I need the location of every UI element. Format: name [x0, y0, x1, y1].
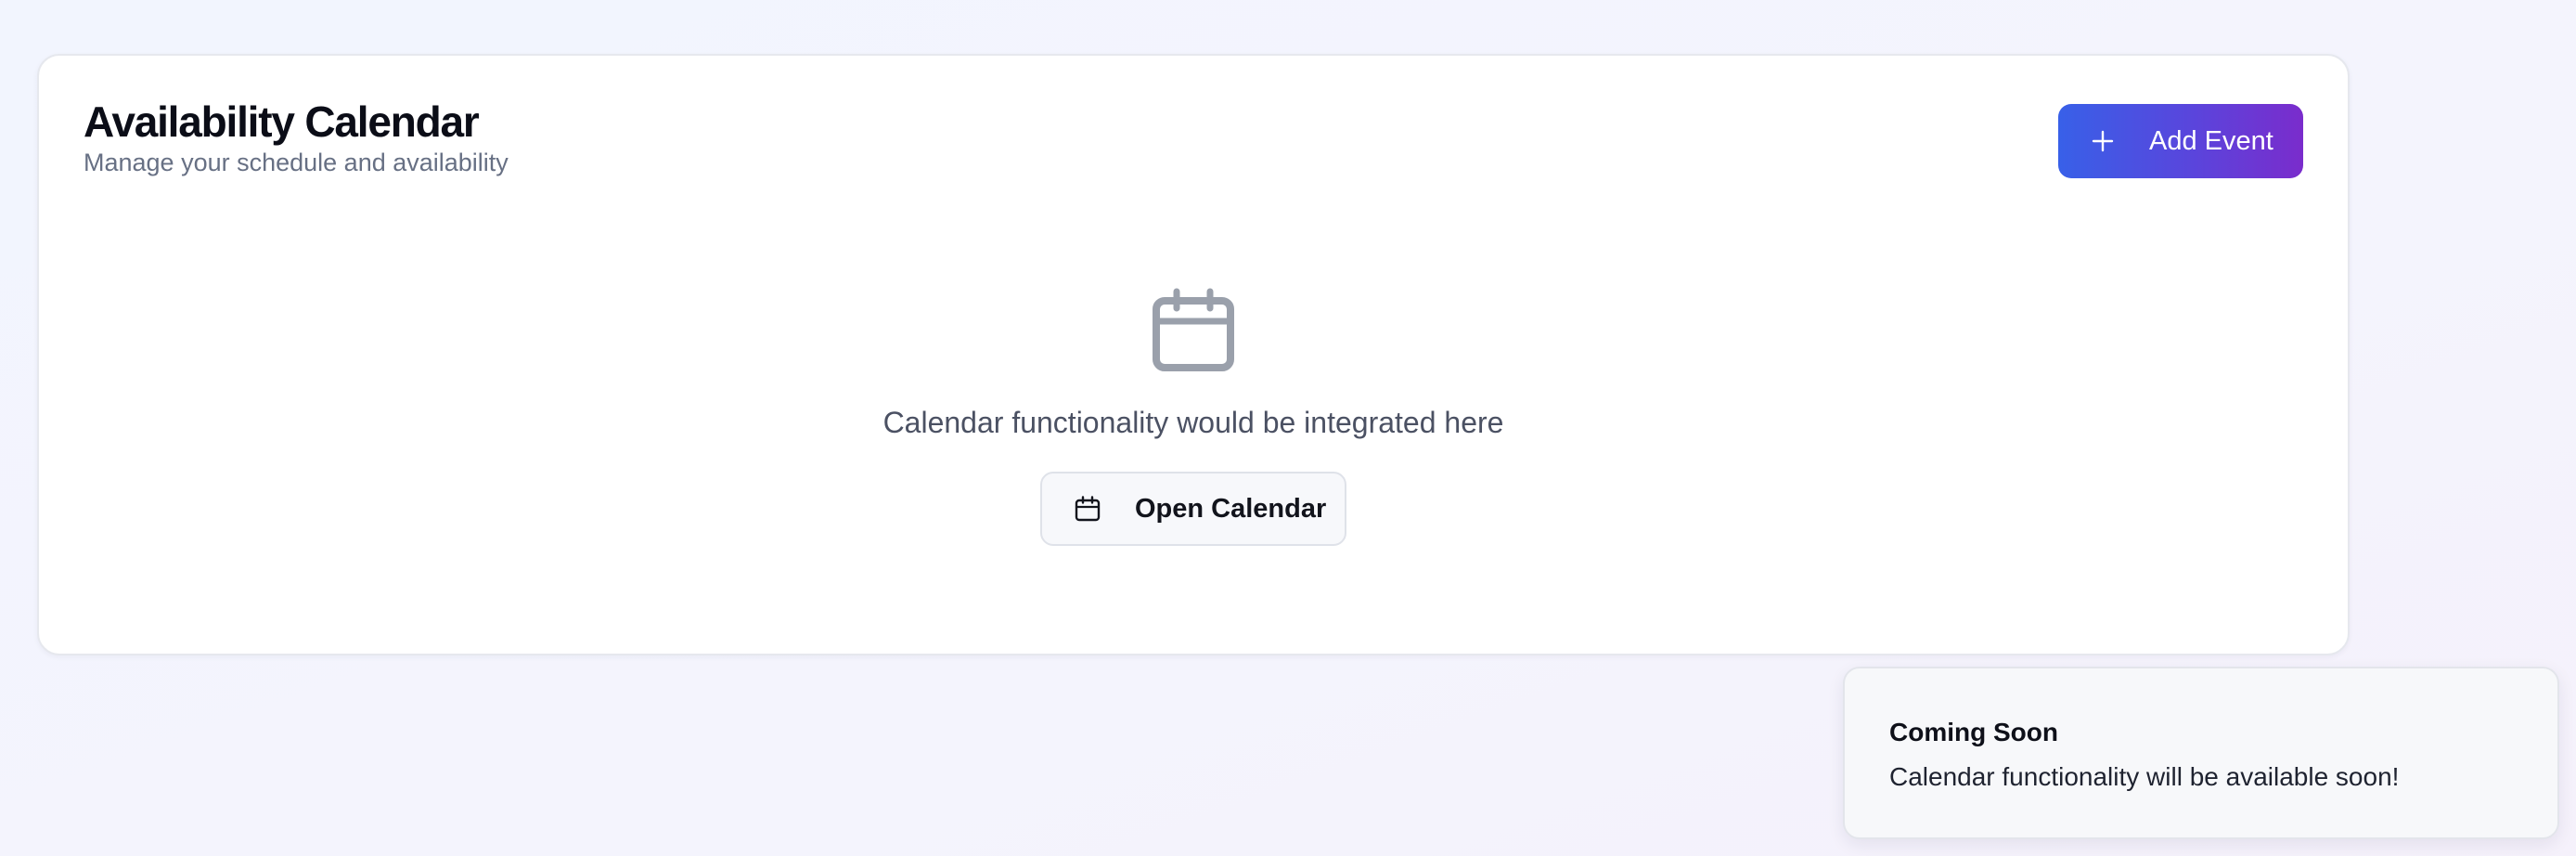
- toast-title: Coming Soon: [1889, 718, 2058, 746]
- calendar-icon: [1153, 288, 1234, 371]
- coming-soon-toast[interactable]: Coming Soon Calendar functionality will …: [1843, 667, 2559, 839]
- empty-state: Calendar functionality would be integrat…: [39, 288, 2348, 547]
- availability-calendar-card: Availability Calendar Manage your schedu…: [37, 54, 2350, 655]
- page-subtitle: Manage your schedule and availability: [84, 149, 509, 176]
- open-calendar-button[interactable]: Open Calendar: [1040, 472, 1346, 547]
- empty-state-message: Calendar functionality would be integrat…: [882, 406, 1504, 439]
- add-event-button[interactable]: Add Event: [2058, 104, 2303, 178]
- toast-message: Calendar functionality will be available…: [1889, 761, 2400, 791]
- add-event-label: Add Event: [2149, 125, 2273, 156]
- page-title: Availability Calendar: [84, 97, 480, 146]
- calendar-icon: [1075, 496, 1101, 522]
- plus-icon: [2090, 128, 2116, 154]
- open-calendar-label: Open Calendar: [1135, 493, 1327, 524]
